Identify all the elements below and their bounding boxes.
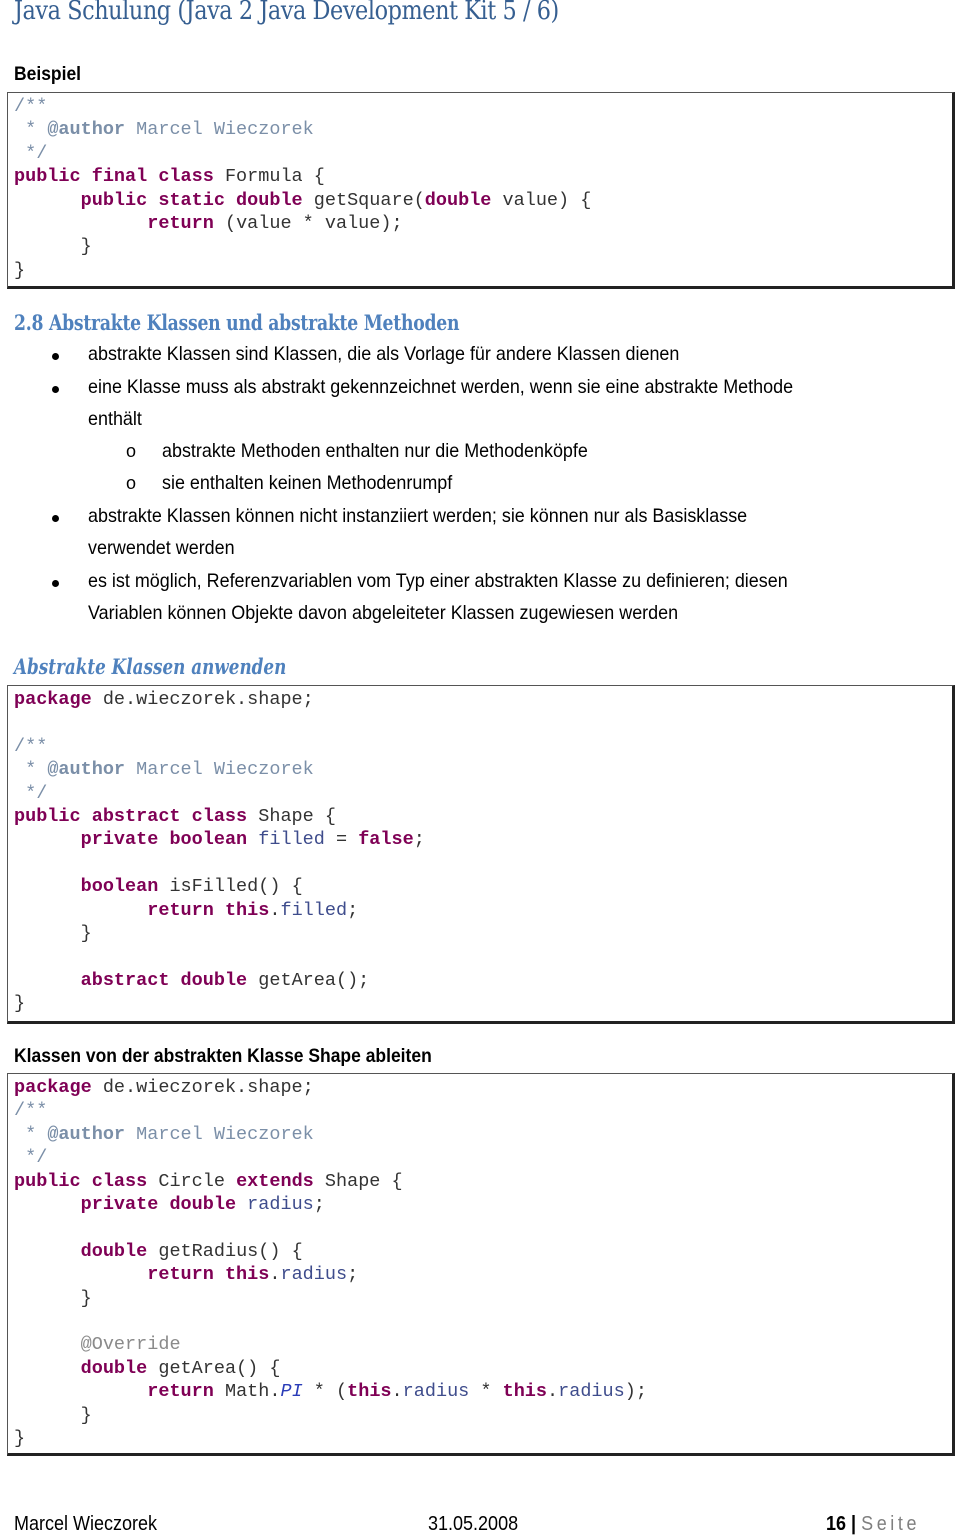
sub-bullet-item: sie enthalten keinen Methodenrumpf — [162, 472, 453, 494]
sub-bullet-icon: o — [126, 441, 137, 461]
bullet-item-continuation: Variablen können Objekte davon abgeleite… — [88, 602, 679, 624]
circle-code: package de.wieczorek.shape; /** * @autho… — [14, 1077, 647, 1450]
bullet-item: eine Klasse muss als abstrakt gekennzeic… — [88, 376, 794, 398]
author-tag: @author — [47, 1123, 126, 1145]
footer-author: Marcel Wieczorek — [14, 1513, 158, 1535]
author-tag: @author — [47, 759, 126, 781]
bullet-item-continuation: verwendet werden — [88, 537, 235, 559]
document-title: Java Schulung (Java 2 Java Development K… — [14, 0, 559, 26]
shape-code: package de.wieczorek.shape; /** * @autho… — [14, 689, 425, 1015]
page-separator: | — [851, 1513, 857, 1535]
shape-heading: Abstrakte Klassen anwenden — [14, 654, 287, 679]
author-tag: @author — [47, 119, 126, 141]
override-annotation: @Override — [80, 1334, 181, 1356]
example-heading: Beispiel — [14, 64, 82, 85]
code-comment: /** — [14, 96, 48, 117]
circle-code-box: package de.wieczorek.shape; /** * @autho… — [7, 1073, 955, 1456]
bullet-item-continuation: enthält — [88, 408, 142, 430]
example-code-box: /** * @author Marcel Wieczorek */ public… — [7, 92, 955, 289]
example-code: /** * @author Marcel Wieczorek */ public… — [14, 96, 592, 281]
section-heading: 2.8 Abstrakte Klassen und abstrakte Meth… — [14, 310, 460, 335]
page-label: Seite — [861, 1513, 921, 1535]
bullet-item: es ist möglich, Referenzvariablen vom Ty… — [88, 570, 788, 592]
bullet-item: abstrakte Klassen können nicht instanzii… — [88, 505, 748, 527]
page-number: 16 — [826, 1513, 847, 1535]
footer-page: 16 | Seite — [826, 1513, 920, 1536]
shape-code-box: package de.wieczorek.shape; /** * @autho… — [7, 685, 955, 1024]
sub-bullet-item: abstrakte Methoden enthalten nur die Met… — [162, 440, 588, 462]
circle-heading: Klassen von der abstrakten Klasse Shape … — [14, 1046, 432, 1067]
bullet-item: abstrakte Klassen sind Klassen, die als … — [88, 343, 680, 365]
bullet-icon — [52, 353, 59, 360]
footer-date: 31.05.2008 — [428, 1513, 519, 1535]
bullet-icon — [52, 386, 59, 393]
bullet-icon — [52, 515, 59, 522]
bullet-icon — [52, 580, 59, 587]
sub-bullet-icon: o — [126, 473, 137, 493]
